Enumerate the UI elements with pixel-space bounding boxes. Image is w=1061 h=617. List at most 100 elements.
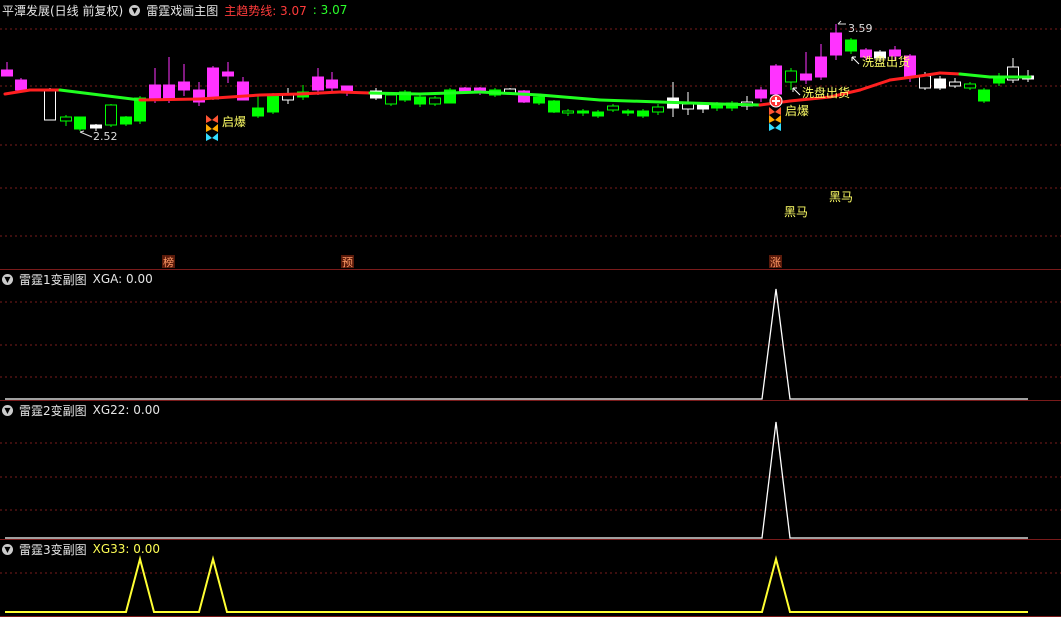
trend-line-segment [418, 90, 482, 96]
candle [399, 90, 411, 102]
candle-body [252, 107, 264, 117]
candle [74, 116, 86, 131]
candle [800, 52, 812, 84]
candle-body [60, 116, 72, 122]
candle [1, 62, 13, 77]
main-header: 平潭发展(日线 前复权) ▼ 雷霆戏画主图 主趋势线: 3.07 : 3.07 [2, 2, 347, 18]
butterfly-wing [769, 107, 781, 115]
candle [667, 82, 679, 117]
candle-body [326, 79, 338, 89]
candle [607, 104, 619, 112]
xipan-label: 洗盘出货 [862, 54, 910, 69]
butterfly-icon [769, 107, 781, 115]
candle-body [697, 104, 709, 110]
candle [178, 64, 190, 96]
candle [741, 96, 753, 110]
candle [964, 82, 976, 90]
chevron-down-icon[interactable]: ▼ [2, 404, 13, 416]
sub-panel-1-header: ▼ 雷霆1变副图 XGA: 0.00 [2, 271, 153, 287]
sub-panel-3-title[interactable]: 雷霆3变副图 [19, 541, 87, 558]
buy-signal-icon [769, 94, 783, 108]
candle-body [607, 105, 619, 111]
heima-label: 黑马 [829, 190, 853, 204]
candle [222, 62, 234, 83]
chevron-down-icon[interactable]: ▼ [2, 273, 13, 285]
candle [726, 101, 738, 111]
trend-line-segment [3, 88, 32, 96]
candle-body [207, 67, 219, 100]
main-chart-panel[interactable]: 3.59 2.52 启爆 启爆 洗盘出货 洗盘出货 黑马 黑马榜预涨 平潭发展(日线 前复权)… [0, 0, 1061, 270]
trend-line-segment [598, 98, 662, 104]
chevron-down-icon[interactable]: ▼ [129, 4, 141, 16]
candle [149, 68, 161, 103]
candle [252, 96, 264, 118]
sub-panel-2-title[interactable]: 雷霆2变副图 [19, 402, 87, 419]
candle [444, 88, 456, 104]
butterfly-icon [769, 123, 781, 131]
candle [949, 78, 961, 88]
butterfly-wing [206, 115, 218, 123]
xg22-signal-line [5, 421, 1028, 539]
trend-line-value: : 3.07 [312, 3, 348, 17]
sub-panel-1-title[interactable]: 雷霆1变副图 [19, 271, 87, 288]
trend-line-segment [888, 74, 922, 82]
sub-panel-1-value: XGA: 0.00 [92, 272, 153, 286]
butterfly-icon [206, 124, 218, 132]
candle [815, 44, 827, 80]
candle [622, 109, 634, 116]
candle [785, 68, 797, 90]
sub-panel-1-chart[interactable] [0, 269, 1061, 400]
candle-body [919, 75, 931, 89]
candle [518, 90, 530, 103]
trend-line-segment [258, 92, 302, 97]
candle-body [222, 71, 234, 77]
candle-body [934, 78, 946, 89]
candle [44, 88, 56, 121]
xga-signal-line [5, 288, 1028, 400]
candle-body [755, 89, 767, 99]
candle-body [800, 73, 812, 81]
trend-line-segment [958, 72, 992, 79]
candle [830, 24, 842, 60]
candle-body [845, 39, 857, 52]
trend-line-segment [58, 88, 102, 97]
sub-panel-2-chart[interactable] [0, 400, 1061, 539]
butterfly-wing [206, 133, 218, 141]
candle-body [44, 89, 56, 121]
candle-body [622, 110, 634, 114]
candle [577, 109, 589, 116]
trend-line-segment [538, 93, 602, 102]
candle [326, 72, 338, 92]
sub-panel-2[interactable]: ▼ 雷霆2变副图 XG22: 0.00 [0, 400, 1061, 540]
heima-label: 黑马 [784, 205, 808, 219]
high-arrow-icon [837, 20, 846, 25]
trend-line-segment [918, 71, 942, 78]
main-candlestick-chart[interactable]: 3.592.52启爆启爆洗盘出货洗盘出货黑马黑马榜预涨 [0, 0, 1061, 269]
candle [562, 109, 574, 116]
candle-body [592, 111, 604, 117]
candle-body [548, 100, 560, 113]
trend-line-segment [368, 91, 422, 96]
candle-body [682, 103, 694, 110]
arrow-icon [792, 87, 801, 96]
low-arrow-icon [79, 130, 93, 138]
indicator-name[interactable]: 雷霆戏画主图 [146, 2, 218, 19]
candle-body [1, 69, 13, 77]
candle-body [149, 84, 161, 99]
chevron-down-icon[interactable]: ▼ [2, 543, 13, 555]
candle-body [74, 116, 86, 130]
xg33-signal-line [5, 555, 1028, 613]
sub-panel-3-value: XG33: 0.00 [92, 542, 161, 556]
trend-line-label: 主趋势线: 3.07 [224, 3, 307, 18]
sub-panel-3[interactable]: ▼ 雷霆3变副图 XG33: 0.00 [0, 539, 1061, 617]
sub-panel-1[interactable]: ▼ 雷霆1变副图 XGA: 0.00 [0, 269, 1061, 401]
candle [282, 88, 294, 104]
candle-body [178, 81, 190, 91]
stock-title: 平潭发展(日线 前复权) [2, 3, 124, 18]
butterfly-icon [206, 133, 218, 141]
signal-tag: 涨 [770, 256, 781, 269]
candle-body [949, 81, 961, 87]
candle-body [163, 84, 175, 101]
high-price-label: 3.59 [848, 22, 873, 35]
candle-body [652, 106, 664, 113]
